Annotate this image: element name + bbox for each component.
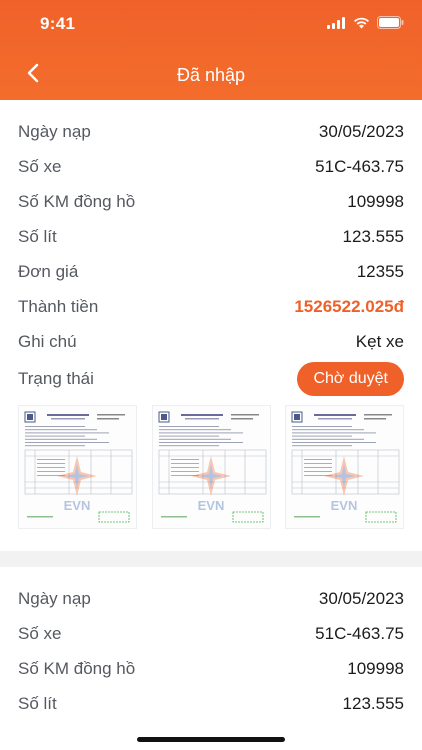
field-value: 30/05/2023 bbox=[318, 588, 404, 608]
status-icons bbox=[327, 16, 404, 34]
receipt-thumbnail[interactable]: EVN bbox=[285, 405, 404, 529]
field-value: 51C-463.75 bbox=[315, 623, 404, 643]
field-value: 123.555 bbox=[342, 226, 404, 246]
field-row-plate: Số xe 51C-463.75 bbox=[18, 149, 404, 184]
field-value: 123.555 bbox=[342, 693, 404, 713]
field-label: Thành tiền bbox=[18, 296, 99, 316]
receipt-thumbnail[interactable]: EVN bbox=[151, 405, 271, 529]
svg-text:EVN: EVN bbox=[331, 498, 358, 513]
field-value: 12355 bbox=[356, 261, 404, 281]
status-time: 9:41 bbox=[40, 14, 76, 33]
receipt-image: EVN bbox=[19, 406, 136, 528]
field-label: Ngày nạp bbox=[18, 588, 91, 608]
field-row-status: Trạng thái Chờ duyệt bbox=[18, 359, 404, 399]
wifi-icon bbox=[353, 16, 370, 34]
field-row-odometer: Số KM đồng hồ 109998 bbox=[18, 651, 404, 686]
fuel-entry-card[interactable]: Ngày nạp 30/05/2023 Số xe 51C-463.75 Số … bbox=[0, 567, 422, 721]
field-value: 51C-463.75 bbox=[315, 156, 404, 176]
field-label: Số lít bbox=[18, 693, 57, 713]
total-amount: 1526522.025đ bbox=[294, 296, 404, 316]
status-bar: 9:41 bbox=[0, 0, 422, 50]
receipt-gallery: EVN EVN EVN bbox=[18, 405, 404, 529]
signal-icon bbox=[327, 16, 346, 34]
field-label: Số xe bbox=[18, 623, 62, 643]
receipt-image: EVN bbox=[286, 406, 403, 528]
receipt-image: EVN bbox=[152, 406, 270, 528]
field-row-total: Thành tiền 1526522.025đ bbox=[18, 289, 404, 324]
entry-list[interactable]: Ngày nạp 30/05/2023 Số xe 51C-463.75 Số … bbox=[0, 100, 422, 721]
field-label: Đơn giá bbox=[18, 261, 79, 281]
field-row-date: Ngày nạp 30/05/2023 bbox=[18, 114, 404, 149]
svg-text:EVN: EVN bbox=[197, 498, 224, 513]
field-value: 30/05/2023 bbox=[318, 121, 404, 141]
field-row-note: Ghi chú Kẹt xe bbox=[18, 324, 404, 359]
field-row-liters: Số lít 123.555 bbox=[18, 219, 404, 254]
nav-bar: Đã nhập bbox=[0, 50, 422, 100]
home-indicator[interactable] bbox=[137, 737, 285, 742]
fuel-entry-card[interactable]: Ngày nạp 30/05/2023 Số xe 51C-463.75 Số … bbox=[0, 100, 422, 547]
battery-icon bbox=[377, 16, 404, 34]
field-label: Số KM đồng hồ bbox=[18, 658, 136, 678]
field-row-odometer: Số KM đồng hồ 109998 bbox=[18, 184, 404, 219]
field-label: Số KM đồng hồ bbox=[18, 191, 136, 211]
status-badge[interactable]: Chờ duyệt bbox=[297, 362, 404, 396]
field-value: 109998 bbox=[347, 191, 404, 211]
header: 9:41 Đã nhập bbox=[0, 0, 422, 100]
field-label: Trạng thái bbox=[18, 369, 94, 388]
svg-text:EVN: EVN bbox=[64, 498, 91, 513]
field-label: Số xe bbox=[18, 156, 62, 176]
field-row-liters: Số lít 123.555 bbox=[18, 686, 404, 721]
field-row-plate: Số xe 51C-463.75 bbox=[18, 616, 404, 651]
receipt-thumbnail[interactable]: EVN bbox=[18, 405, 137, 529]
section-divider bbox=[0, 551, 422, 567]
field-value: 109998 bbox=[347, 658, 404, 678]
field-value: Kẹt xe bbox=[355, 331, 404, 351]
field-label: Số lít bbox=[18, 226, 57, 246]
field-row-date: Ngày nạp 30/05/2023 bbox=[18, 581, 404, 616]
field-row-unit-price: Đơn giá 12355 bbox=[18, 254, 404, 289]
page-title: Đã nhập bbox=[176, 65, 246, 85]
field-label: Ngày nạp bbox=[18, 121, 91, 141]
field-label: Ghi chú bbox=[18, 331, 77, 351]
